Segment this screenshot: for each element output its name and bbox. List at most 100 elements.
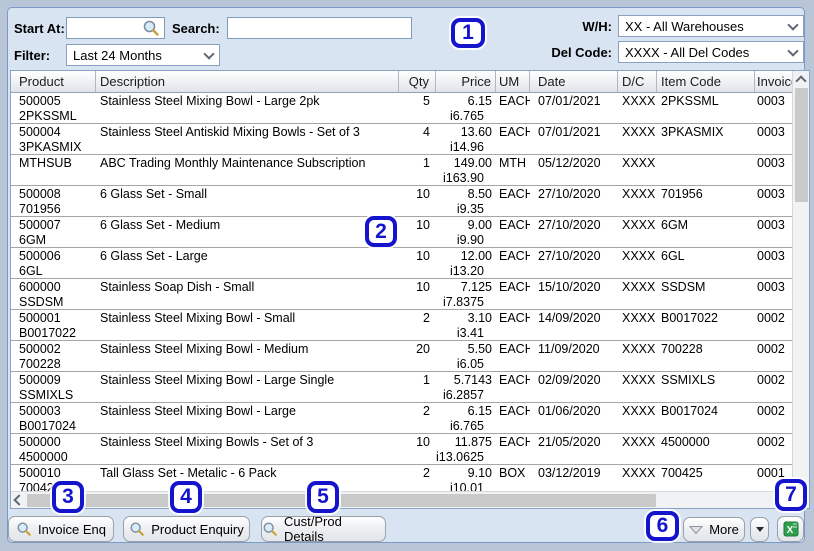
cell-qty: 10 <box>399 279 436 309</box>
table-header: ProductDescriptionQtyPriceUMDateD/CItem … <box>11 71 792 93</box>
cell-um: BOX <box>496 465 530 492</box>
vertical-scroll-thumb[interactable] <box>795 88 808 202</box>
cell-qty: 2 <box>399 465 436 492</box>
cell-dc: XXXX <box>618 217 657 247</box>
del-code-label: Del Code: <box>540 45 612 60</box>
chevron-down-icon <box>787 45 798 56</box>
column-header-product[interactable]: Product <box>11 71 96 92</box>
cell-dc: XXXX <box>618 372 657 402</box>
cell-product: 5000076GM <box>11 217 96 247</box>
column-header-date[interactable]: Date <box>530 71 618 92</box>
vertical-scrollbar[interactable] <box>792 71 809 492</box>
column-header-price[interactable]: Price <box>436 71 496 92</box>
cell-qty: 1 <box>399 372 436 402</box>
cell-product: 5000004500000 <box>11 434 96 464</box>
cell-date: 07/01/2021 <box>530 124 618 154</box>
cell-dc: XXXX <box>618 434 657 464</box>
table-row[interactable]: 5000043PKASMIXStainless Steel Antiskid M… <box>11 124 792 155</box>
cell-um: EACH <box>496 248 530 278</box>
scroll-up-button[interactable] <box>793 71 809 87</box>
cell-item: 2PKSSML <box>657 93 755 123</box>
filter-label: Filter: <box>14 48 50 63</box>
table-body: 5000052PKSSMLStainless Steel Mixing Bowl… <box>11 93 792 492</box>
cust-prod-details-label: Cust/Prod Details <box>284 514 385 544</box>
cell-description: 6 Glass Set - Large <box>96 248 399 278</box>
del-code-select[interactable]: XXXX - All Del Codes <box>618 41 804 63</box>
cell-item <box>657 155 755 185</box>
product-enquiry-button[interactable]: Product Enquiry <box>123 516 250 542</box>
filter-value: Last 24 Months <box>73 48 162 63</box>
cell-price: 9.10i10.01 <box>436 465 496 492</box>
scroll-left-button[interactable] <box>11 492 27 508</box>
search-input[interactable] <box>227 17 412 39</box>
more-button[interactable]: More <box>683 517 745 542</box>
horizontal-scrollbar[interactable] <box>11 491 792 508</box>
cell-dc: XXXX <box>618 155 657 185</box>
column-header-description[interactable]: Description <box>96 71 399 92</box>
cell-price: 9.00i9.90 <box>436 217 496 247</box>
cell-price: 11.875i13.0625 <box>436 434 496 464</box>
cell-um: EACH <box>496 279 530 309</box>
cell-invoice: 0002 <box>755 310 792 340</box>
table-row[interactable]: MTHSUBABC Trading Monthly Maintenance Su… <box>11 155 792 186</box>
cell-item: 700425 <box>657 465 755 492</box>
cell-qty: 2 <box>399 310 436 340</box>
warehouse-value: XX - All Warehouses <box>625 19 744 34</box>
cell-price: 12.00i13.20 <box>436 248 496 278</box>
start-at-label: Start At: <box>14 21 65 36</box>
cell-date: 14/09/2020 <box>530 310 618 340</box>
cell-item: B0017024 <box>657 403 755 433</box>
filter-select[interactable]: Last 24 Months <box>66 44 220 66</box>
horizontal-scroll-thumb[interactable] <box>27 494 656 507</box>
table-row[interactable]: 600000SSDSMStainless Soap Dish - Small10… <box>11 279 792 310</box>
cell-date: 02/09/2020 <box>530 372 618 402</box>
cell-invoice: 0002 <box>755 403 792 433</box>
cell-qty: 10 <box>399 248 436 278</box>
column-header-item[interactable]: Item Code <box>657 71 755 92</box>
column-header-um[interactable]: UM <box>496 71 530 92</box>
cell-description: 6 Glass Set - Medium <box>96 217 399 247</box>
chevron-down-icon <box>787 19 798 30</box>
cell-invoice: 0002 <box>755 341 792 371</box>
column-header-qty[interactable]: Qty <box>399 71 436 92</box>
column-header-invoice[interactable]: Invoice <box>755 71 792 92</box>
table-row[interactable]: 5000052PKSSMLStainless Steel Mixing Bowl… <box>11 93 792 124</box>
table-row[interactable]: 500002700228Stainless Steel Mixing Bowl … <box>11 341 792 372</box>
column-header-dc[interactable]: D/C <box>618 71 657 92</box>
table-row[interactable]: 500009SSMIXLSStainless Steel Mixing Bowl… <box>11 372 792 403</box>
invoice-enq-button[interactable]: Invoice Enq <box>8 516 114 542</box>
cell-um: MTH <box>496 155 530 185</box>
cell-date: 11/09/2020 <box>530 341 618 371</box>
table-row[interactable]: 500001B0017022Stainless Steel Mixing Bow… <box>11 310 792 341</box>
cell-invoice: 0002 <box>755 372 792 402</box>
cell-item: 6GM <box>657 217 755 247</box>
cell-description: Stainless Steel Mixing Bowl - Medium <box>96 341 399 371</box>
table-row[interactable]: 5000087019566 Glass Set - Small108.50i9.… <box>11 186 792 217</box>
cell-um: EACH <box>496 310 530 340</box>
cell-dc: XXXX <box>618 310 657 340</box>
table-row[interactable]: 5000076GM6 Glass Set - Medium109.00i9.90… <box>11 217 792 248</box>
cell-invoice: 0003 <box>755 155 792 185</box>
warehouse-select[interactable]: XX - All Warehouses <box>618 15 804 37</box>
cell-description: Stainless Steel Mixing Bowl - Large <box>96 403 399 433</box>
cell-dc: XXXX <box>618 93 657 123</box>
excel-export-button[interactable]: X <box>777 516 804 542</box>
cell-description: Stainless Steel Mixing Bowl - Large 2pk <box>96 93 399 123</box>
cell-dc: XXXX <box>618 403 657 433</box>
cell-item: SSDSM <box>657 279 755 309</box>
table-row[interactable]: 500003B0017024Stainless Steel Mixing Bow… <box>11 403 792 434</box>
cell-invoice: 0003 <box>755 279 792 309</box>
table-row[interactable]: 5000004500000Stainless Steel Mixing Bowl… <box>11 434 792 465</box>
annotation-badge-6: 6 <box>646 511 679 541</box>
cust-prod-details-button[interactable]: Cust/Prod Details <box>261 516 386 542</box>
cell-price: 149.00i163.90 <box>436 155 496 185</box>
table-row[interactable]: 5000066GL6 Glass Set - Large1012.00i13.2… <box>11 248 792 279</box>
annotation-badge-4: 4 <box>170 481 202 513</box>
warehouse-label: W/H: <box>560 19 612 34</box>
table-row[interactable]: 500010700425Tall Glass Set - Metalic - 6… <box>11 465 792 492</box>
more-dropdown-button[interactable] <box>750 517 769 542</box>
cell-product: 500008701956 <box>11 186 96 216</box>
cell-product: 500002700228 <box>11 341 96 371</box>
cell-um: EACH <box>496 124 530 154</box>
cell-price: 7.125i7.8375 <box>436 279 496 309</box>
